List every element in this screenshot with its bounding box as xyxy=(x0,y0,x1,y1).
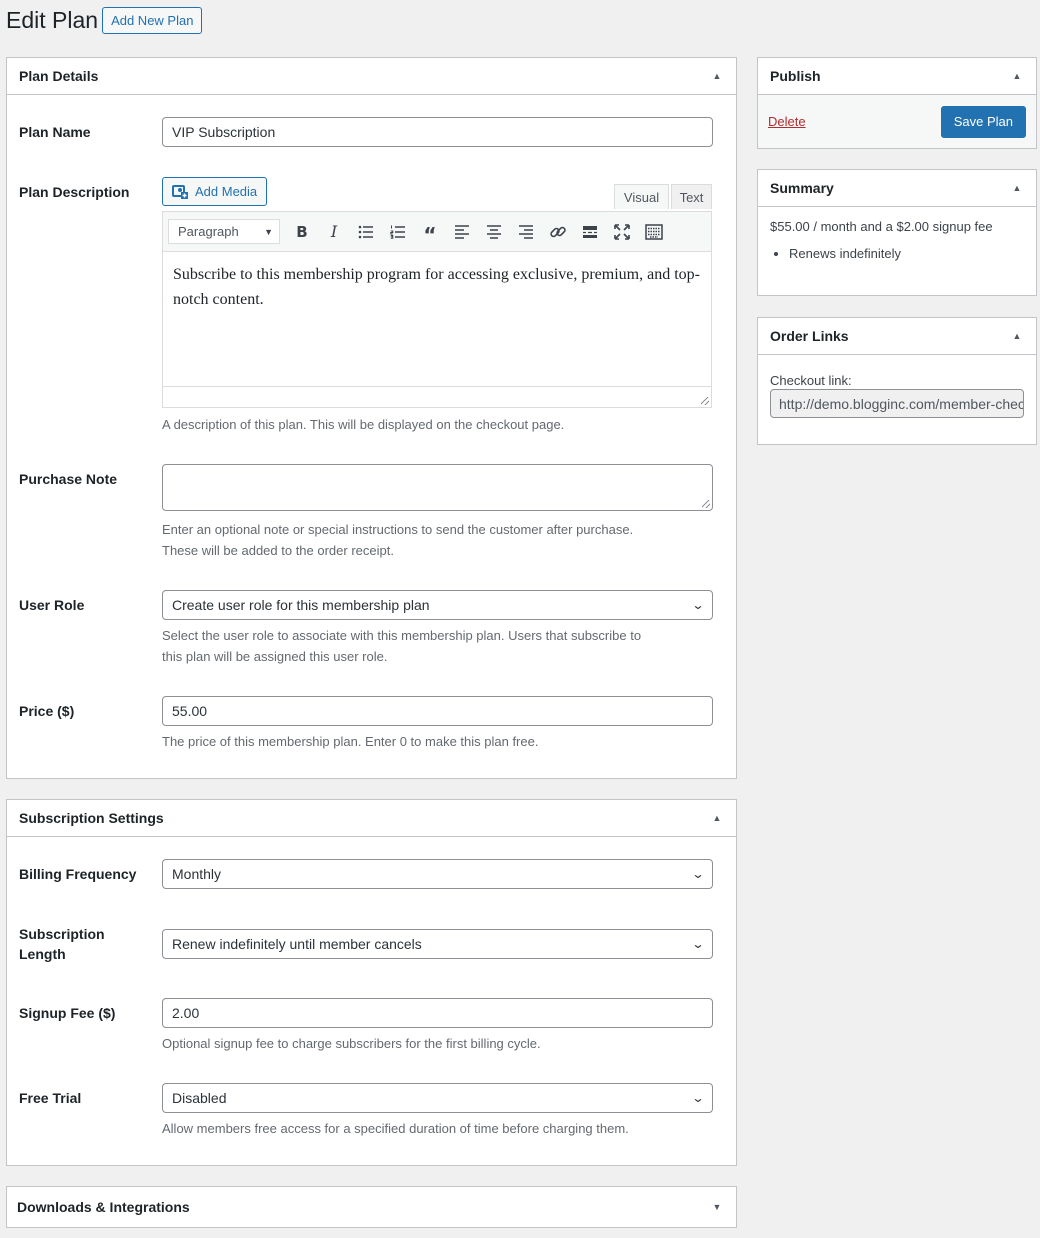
blockquote-icon[interactable]: “ xyxy=(414,217,446,247)
free-trial-label: Free Trial xyxy=(19,1090,82,1106)
add-media-icon xyxy=(172,184,188,199)
purchase-note-help-1: Enter an optional note or special instru… xyxy=(162,522,634,537)
order-links-title: Order Links xyxy=(770,328,849,344)
subscription-settings-header[interactable]: Subscription Settings ▲ xyxy=(7,800,736,837)
expand-down-icon[interactable]: ▼ xyxy=(710,1202,724,1212)
summary-header[interactable]: Summary ▲ xyxy=(758,170,1036,207)
user-role-help-1: Select the user role to associate with t… xyxy=(162,628,642,643)
caret-down-icon: ▼ xyxy=(264,226,273,237)
subscription-length-value: Renew indefinitely until member cancels xyxy=(172,936,422,952)
subscription-length-label-2: Length xyxy=(19,946,66,962)
plan-description-label: Plan Description xyxy=(19,184,130,200)
checkout-link-field[interactable]: http://demo.blogginc.com/member-checkout… xyxy=(770,389,1024,418)
format-select[interactable]: Paragraph ▼ xyxy=(168,219,280,244)
free-trial-select[interactable]: Disabled ⌄ xyxy=(162,1083,713,1113)
bold-icon[interactable]: B xyxy=(286,217,318,247)
delete-link[interactable]: Delete xyxy=(768,114,806,129)
fullscreen-icon[interactable] xyxy=(606,217,638,247)
italic-icon[interactable]: I xyxy=(318,217,350,247)
purchase-note-textarea[interactable] xyxy=(162,464,713,511)
page-title: Edit Plan xyxy=(6,7,99,33)
checkout-link-label: Checkout link: xyxy=(770,373,852,388)
subscription-length-label-1: Subscription xyxy=(19,926,105,942)
description-editor: Paragraph ▼ B I “ Subscribe to this memb… xyxy=(162,211,712,408)
summary-content: $55.00 / month and a $2.00 signup fee Re… xyxy=(758,207,1036,276)
user-role-label: User Role xyxy=(19,597,85,613)
editor-toolbar: Paragraph ▼ B I “ xyxy=(163,212,711,252)
purchase-note-help-2: These will be added to the order receipt… xyxy=(162,543,394,558)
billing-frequency-label: Billing Frequency xyxy=(19,866,137,882)
order-links-box: Order Links ▲ Checkout link: http://demo… xyxy=(757,317,1037,445)
add-new-plan-button[interactable]: Add New Plan xyxy=(102,6,203,34)
align-right-icon[interactable] xyxy=(510,217,542,247)
purchase-note-label: Purchase Note xyxy=(19,471,118,487)
page-header: Edit Plan Add New Plan xyxy=(6,4,203,36)
publish-box: Publish ▲ Delete Save Plan xyxy=(757,57,1037,149)
summary-list: Renews indefinitely xyxy=(770,244,1024,264)
editor-statusbar xyxy=(163,386,711,407)
price-label: Price ($) xyxy=(19,703,75,719)
user-role-help-2: this plan will be assigned this user rol… xyxy=(162,649,388,664)
publish-actions: Delete Save Plan xyxy=(758,95,1036,148)
summary-price-line: $55.00 / month and a $2.00 signup fee xyxy=(770,219,993,234)
order-links-content: Checkout link: http://demo.blogginc.com/… xyxy=(758,355,1036,430)
description-help: A description of this plan. This will be… xyxy=(162,417,565,432)
tab-text[interactable]: Text xyxy=(671,184,712,209)
billing-frequency-select[interactable]: Monthly ⌄ xyxy=(162,859,713,889)
downloads-integrations-box: Downloads & Integrations ▼ xyxy=(6,1186,737,1228)
tab-visual[interactable]: Visual xyxy=(614,184,669,209)
chevron-down-icon: ⌄ xyxy=(691,1091,705,1105)
order-links-header[interactable]: Order Links ▲ xyxy=(758,318,1036,355)
signup-fee-help: Optional signup fee to charge subscriber… xyxy=(162,1036,541,1051)
plan-name-label: Plan Name xyxy=(19,124,91,140)
plan-details-title: Plan Details xyxy=(19,68,99,84)
user-role-value: Create user role for this membership pla… xyxy=(172,597,430,613)
price-input[interactable]: 55.00 xyxy=(162,696,713,726)
toolbar-toggle-icon[interactable] xyxy=(638,217,670,247)
align-center-icon[interactable] xyxy=(478,217,510,247)
signup-fee-label: Signup Fee ($) xyxy=(19,1005,116,1021)
downloads-integrations-title: Downloads & Integrations xyxy=(17,1199,190,1215)
chevron-down-icon: ⌄ xyxy=(691,598,705,612)
format-select-value: Paragraph xyxy=(178,224,239,239)
collapse-up-icon[interactable]: ▲ xyxy=(1010,71,1024,81)
insert-link-icon[interactable] xyxy=(542,217,574,247)
summary-title: Summary xyxy=(770,180,834,196)
read-more-icon[interactable] xyxy=(574,217,606,247)
editor-content[interactable]: Subscribe to this membership program for… xyxy=(163,252,711,322)
chevron-down-icon: ⌄ xyxy=(691,937,705,951)
collapse-up-icon[interactable]: ▲ xyxy=(710,71,724,81)
collapse-up-icon[interactable]: ▲ xyxy=(710,813,724,823)
align-left-icon[interactable] xyxy=(446,217,478,247)
user-role-select[interactable]: Create user role for this membership pla… xyxy=(162,590,713,620)
subscription-length-select[interactable]: Renew indefinitely until member cancels … xyxy=(162,929,713,959)
chevron-down-icon: ⌄ xyxy=(691,867,705,881)
resize-handle-icon[interactable] xyxy=(702,500,710,508)
bulleted-list-icon[interactable] xyxy=(350,217,382,247)
collapse-up-icon[interactable]: ▲ xyxy=(1010,331,1024,341)
signup-fee-input[interactable]: 2.00 xyxy=(162,998,713,1028)
publish-title: Publish xyxy=(770,68,821,84)
add-media-button[interactable]: Add Media xyxy=(162,177,268,206)
summary-box: Summary ▲ $55.00 / month and a $2.00 sig… xyxy=(757,169,1037,296)
resize-handle-icon[interactable] xyxy=(701,397,709,405)
free-trial-help: Allow members free access for a specifie… xyxy=(162,1121,629,1136)
list-item: Renews indefinitely xyxy=(789,244,1024,264)
save-plan-button[interactable]: Save Plan xyxy=(940,105,1026,138)
free-trial-value: Disabled xyxy=(172,1090,227,1106)
collapse-up-icon[interactable]: ▲ xyxy=(1010,183,1024,193)
billing-frequency-value: Monthly xyxy=(172,866,222,882)
subscription-settings-box: Subscription Settings ▲ Billing Frequenc… xyxy=(6,799,737,1166)
plan-details-box: Plan Details ▲ Plan Name VIP Subscriptio… xyxy=(6,57,737,779)
plan-name-input[interactable]: VIP Subscription xyxy=(162,117,713,147)
numbered-list-icon[interactable] xyxy=(382,217,414,247)
add-media-label: Add Media xyxy=(195,184,258,199)
price-help: The price of this membership plan. Enter… xyxy=(162,734,539,749)
plan-details-header[interactable]: Plan Details ▲ xyxy=(7,58,736,95)
publish-header[interactable]: Publish ▲ xyxy=(758,58,1036,95)
downloads-integrations-header[interactable]: Downloads & Integrations ▼ xyxy=(7,1187,736,1227)
subscription-settings-title: Subscription Settings xyxy=(19,810,164,826)
